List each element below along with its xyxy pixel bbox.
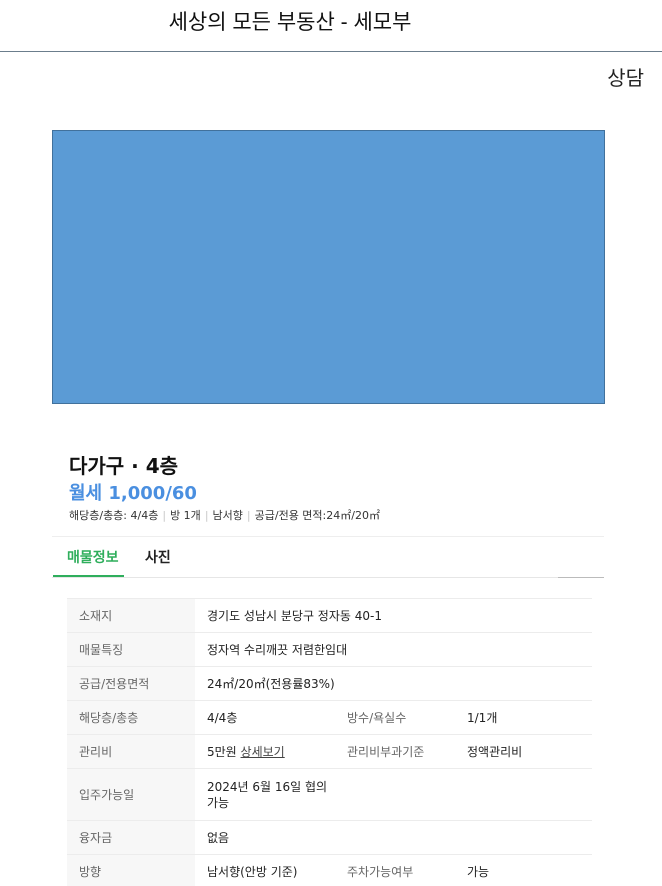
location-value: 경기도 성남시 분당구 정자동 40-1: [195, 598, 592, 633]
summary-separator: |: [162, 509, 167, 522]
table-row: 소재지 경기도 성남시 분당구 정자동 40-1: [67, 598, 592, 633]
tabs-bottom-divider: [52, 577, 604, 578]
listing-summary: 해당층/총층: 4/4층 | 방 1개 | 남서향 | 공급/전용 면적:24㎡/20㎡: [69, 507, 380, 523]
movein-value-line2: 가능: [207, 795, 230, 810]
fee-basis-value: 정액관리비: [457, 734, 592, 769]
table-row: 입주가능일 2024년 6월 16일 협의 가능: [67, 768, 592, 821]
table-row: 융자금 없음: [67, 820, 592, 855]
listing-photo-placeholder[interactable]: [52, 130, 605, 404]
rooms-label: 방수/욕실수: [337, 700, 457, 735]
summary-rooms: 방 1개: [170, 509, 201, 522]
floor-value: 4/4층: [195, 700, 337, 735]
summary-separator: |: [204, 509, 209, 522]
table-row: 해당층/총층 4/4층 방수/욕실수 1/1개: [67, 700, 592, 735]
active-tab-indicator: [53, 575, 124, 577]
page: 세상의 모든 부동산 - 세모부 상담 다가구 · 4층 월세 1,000/60…: [0, 0, 662, 886]
summary-area: 공급/전용 면적:24㎡/20㎡: [254, 509, 380, 522]
table-row: 관리비 5만원 상세보기 관리비부과기준 정액관리비: [67, 734, 592, 769]
empty-cell: [457, 768, 592, 821]
movein-label: 입주가능일: [67, 768, 195, 821]
summary-floor: 해당층/총층: 4/4층: [69, 509, 159, 522]
parking-label: 주차가능여부: [337, 854, 457, 886]
property-type-title: 다가구 · 4층: [69, 454, 179, 478]
tab-photos[interactable]: 사진: [145, 547, 171, 567]
table-row: 방향 남서향(안방 기준) 주차가능여부 가능: [67, 854, 592, 886]
fee-basis-label: 관리비부과기준: [337, 734, 457, 769]
summary-separator: |: [246, 509, 251, 522]
movein-value-line1: 2024년 6월 16일 협의: [207, 779, 328, 794]
feature-label: 매물특징: [67, 632, 195, 667]
fee-detail-link[interactable]: 상세보기: [241, 745, 285, 759]
tabs-right-mark: [558, 577, 604, 578]
loan-value: 없음: [195, 820, 592, 855]
site-title: 세상의 모든 부동산 - 세모부: [168, 11, 412, 34]
tabs-top-divider: [52, 536, 604, 537]
loan-label: 융자금: [67, 820, 195, 855]
location-label: 소재지: [67, 598, 195, 633]
parking-value: 가능: [457, 854, 592, 886]
floor-label: 해당층/총층: [67, 700, 195, 735]
listing-info-table: 소재지 경기도 성남시 분당구 정자동 40-1 매물특징 정자역 수리깨끗 저…: [67, 598, 592, 886]
direction-value: 남서향(안방 기준): [195, 854, 337, 886]
fee-value: 5만원: [207, 744, 237, 759]
table-row: 매물특징 정자역 수리깨끗 저렴한임대: [67, 632, 592, 667]
header-divider: [0, 51, 662, 52]
fee-value-cell: 5만원 상세보기: [195, 734, 337, 769]
listing-price: 월세 1,000/60: [69, 483, 197, 504]
consult-button[interactable]: 상담: [607, 62, 644, 91]
movein-value-cell: 2024년 6월 16일 협의 가능: [195, 768, 337, 821]
summary-direction: 남서향: [212, 509, 243, 522]
fee-label: 관리비: [67, 734, 195, 769]
table-row: 공급/전용면적 24㎡/20㎡(전용률83%): [67, 666, 592, 701]
rooms-value: 1/1개: [457, 700, 592, 735]
area-label: 공급/전용면적: [67, 666, 195, 701]
direction-label: 방향: [67, 854, 195, 886]
feature-value: 정자역 수리깨끗 저렴한임대: [195, 632, 592, 667]
empty-cell: [337, 768, 457, 821]
area-value: 24㎡/20㎡(전용률83%): [195, 666, 592, 701]
tab-listing-info[interactable]: 매물정보: [67, 547, 119, 567]
